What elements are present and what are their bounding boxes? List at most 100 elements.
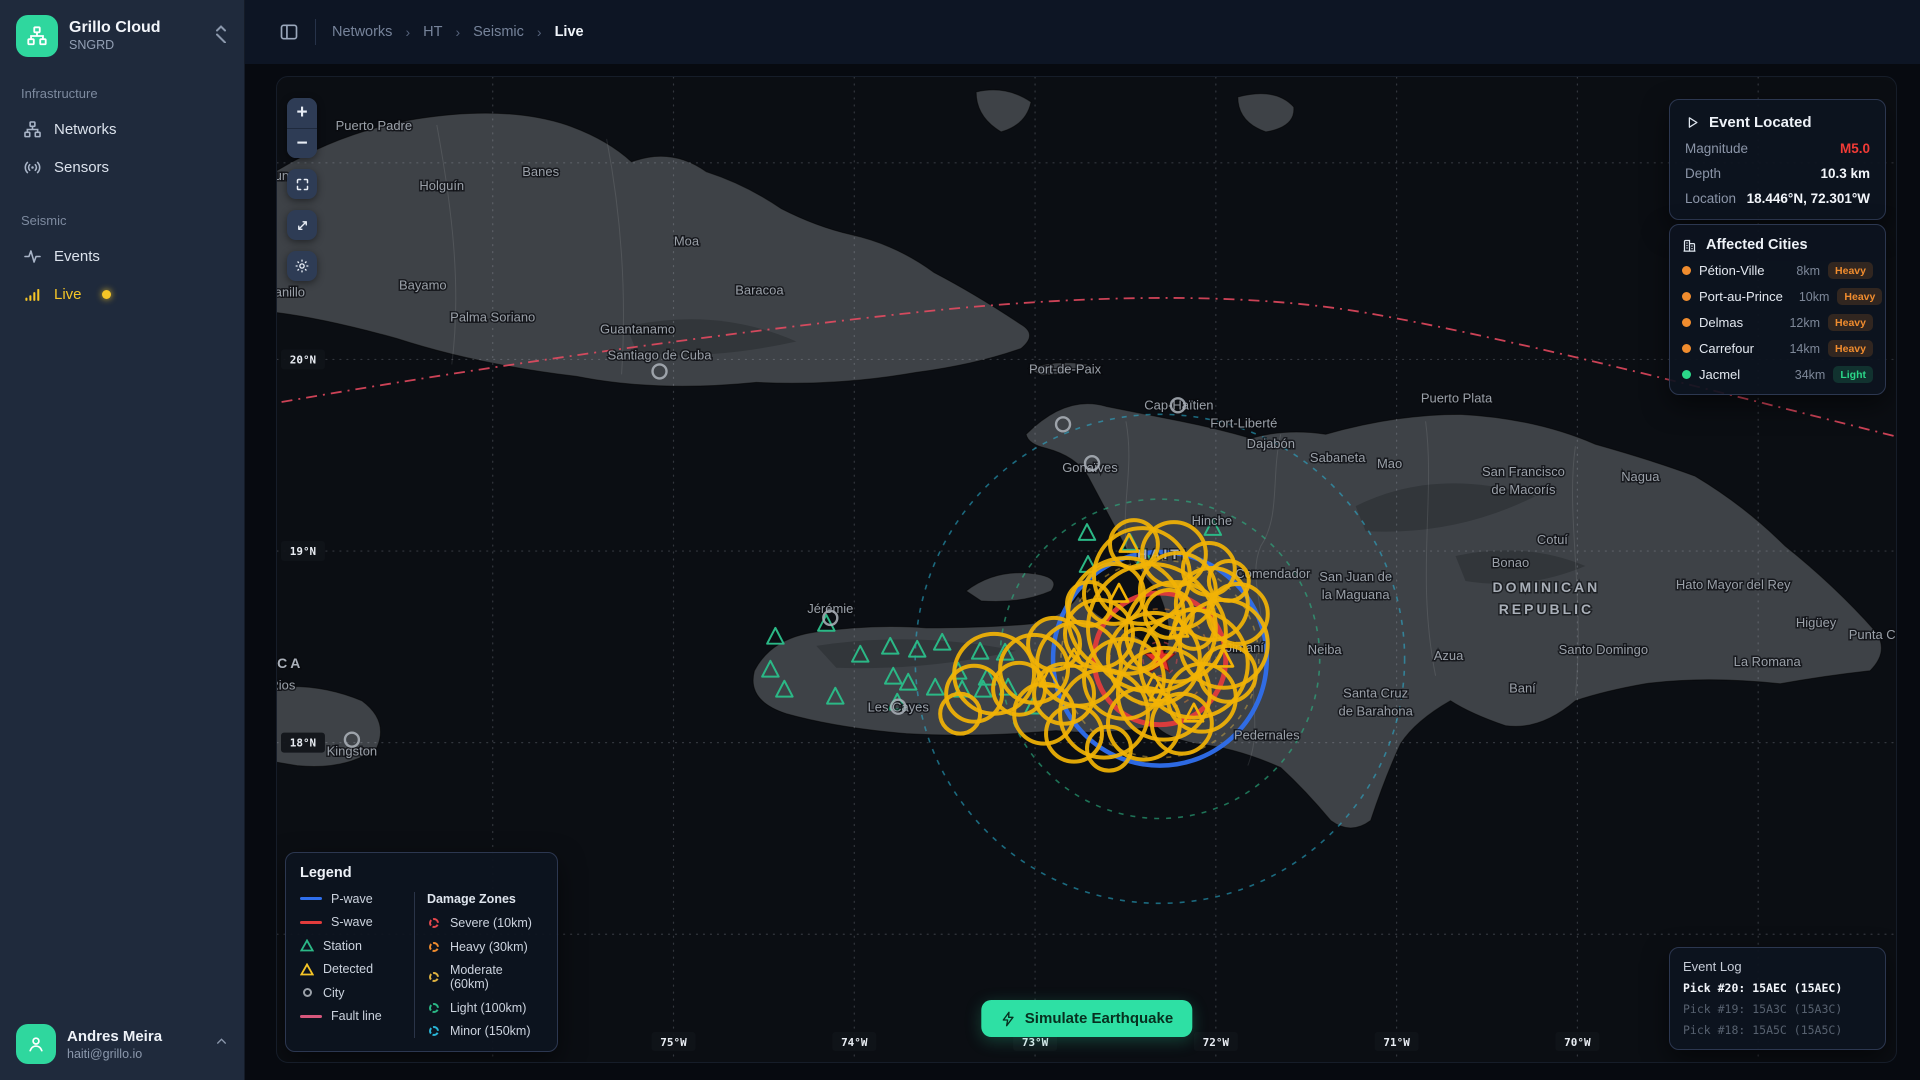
fullscreen-button[interactable] [287, 169, 317, 199]
legend-item-label: Detected [323, 962, 373, 976]
city-label: Mao [1377, 456, 1402, 471]
city-label: Azua [1434, 648, 1464, 663]
chevron-updown-icon [214, 25, 228, 48]
seismic-map[interactable]: HAITIDOMINICANREPUBLICJAMAICAPuerto Padr… [276, 76, 1897, 1063]
legend-item: City [300, 986, 412, 1000]
event-detail-label: Depth [1685, 166, 1721, 181]
severity-badge: Heavy [1828, 340, 1873, 357]
severity-dot [1682, 266, 1691, 275]
fault-line-swatch [300, 1015, 322, 1018]
event-located-panel: Event Located MagnitudeM5.0 Depth10.3 km L… [1669, 99, 1886, 220]
damage-zone-label: Severe (10km) [450, 916, 532, 930]
damage-zone-item: Minor (150km) [427, 1024, 543, 1038]
city-label: Higüey [1796, 615, 1837, 630]
grillo-logo-icon [16, 15, 58, 57]
severity-dot [1682, 344, 1691, 353]
user-email: haiti@grillo.io [67, 1047, 162, 1061]
live-status-dot [102, 290, 111, 299]
breadcrumb-separator-icon: › [455, 24, 460, 40]
sensors-icon [22, 157, 42, 177]
workspace-switcher[interactable]: Grillo Cloud SNGRD [14, 13, 230, 59]
legend-panel: Legend P-waveS-waveStationDetectedCityFa… [285, 852, 558, 1053]
event-detail-row: Location 18.446°N, 72.301°W [1685, 191, 1870, 206]
event-located-title: Event Located [1709, 114, 1812, 131]
damage-zone-item: Heavy (30km) [427, 940, 543, 954]
p-wave-swatch [300, 897, 322, 900]
city-label: Fort-Liberté [1210, 415, 1277, 430]
sidebar-item-label: Events [54, 248, 100, 265]
sidebar-item-live[interactable]: Live [14, 275, 230, 313]
zone-circle-swatch [427, 942, 441, 952]
legend-item: Detected [300, 962, 412, 976]
sidebar-item-label: Networks [54, 121, 117, 138]
sidebar-item-sensors[interactable]: Sensors [14, 148, 230, 186]
breadcrumb-separator-icon: › [405, 24, 410, 40]
legend-item: Fault line [300, 1009, 412, 1023]
chevron-up-icon [215, 1035, 228, 1053]
event-detail-value: M5.0 [1840, 141, 1870, 156]
city-label: Puerto Plata [1421, 390, 1493, 405]
legend-title: Legend [300, 865, 352, 881]
app-root: Grillo Cloud SNGRD Infrastructure Network… [0, 0, 1920, 1080]
user-menu[interactable]: Andres Meira haiti@grillo.io [14, 1022, 230, 1066]
landmass-inagua [1238, 94, 1294, 132]
city-label: Hato Mayor del Rey [1676, 577, 1791, 592]
zoom-out-button[interactable]: − [287, 128, 317, 158]
city-label: Bayamo [399, 278, 447, 293]
breadcrumb-item-ht[interactable]: HT [423, 24, 442, 40]
zone-circle-swatch [427, 1026, 441, 1036]
event-detail-label: Location [1685, 191, 1736, 206]
breadcrumb-item-seismic[interactable]: Seismic [473, 24, 524, 40]
city-label: Santiago de Cuba [608, 347, 713, 362]
city-label: Banes [522, 164, 559, 179]
breadcrumb-item-live[interactable]: Live [555, 24, 584, 40]
city-label: Gonaïves [1062, 460, 1118, 475]
station-triangle-swatch [300, 939, 314, 952]
breadcrumb-item-networks[interactable]: Networks [332, 24, 392, 40]
landmass-bahamas-cay [976, 90, 1031, 132]
event-log-entry: Pick #18: 15A5C (15A5C) [1683, 1023, 1872, 1037]
damage-zones-title: Damage Zones [427, 892, 543, 906]
settings-button[interactable] [287, 251, 317, 281]
legend-item: Station [300, 939, 412, 953]
events-icon [22, 246, 42, 266]
sidebar-item-events[interactable]: Events [14, 237, 230, 275]
event-detail-row: MagnitudeM5.0 [1685, 141, 1870, 156]
city-label: Dajabón [1247, 436, 1295, 451]
affected-city-distance: 8km [1796, 264, 1820, 278]
country-label: DOMINICAN [1493, 579, 1601, 595]
sidebar-toggle-icon[interactable] [279, 22, 299, 42]
simulate-earthquake-button[interactable]: Simulate Earthquake [981, 1000, 1192, 1037]
severity-dot [1682, 292, 1691, 301]
legend-item-label: Fault line [331, 1009, 382, 1023]
legend-item-label: City [323, 986, 345, 1000]
city-label: Holguín [419, 178, 464, 193]
legend-divider [414, 892, 415, 1039]
city-label: Puerto Padre [336, 118, 412, 133]
lon-label: 71°W [1383, 1036, 1410, 1049]
damage-zone-item: Severe (10km) [427, 916, 543, 930]
sidebar-nav: InfrastructureNetworksSensorsSeismicEven… [14, 59, 230, 313]
lat-label: 20°N [290, 353, 316, 366]
event-log-entry: Pick #20: 15AEC (15AEC) [1683, 981, 1872, 995]
city-label: Nagua [1621, 469, 1660, 484]
zone-circle-swatch [427, 1003, 441, 1013]
event-detail-value: 18.446°N, 72.301°W [1747, 191, 1870, 206]
zoom-in-button[interactable]: + [287, 98, 317, 128]
event-log-title: Event Log [1683, 959, 1872, 974]
affected-city-row: Carrefour14kmHeavy [1682, 340, 1873, 357]
event-log-panel: Event Log Pick #20: 15AEC (15AEC) Pick #1… [1669, 947, 1886, 1050]
landmass-gonave [966, 573, 1054, 602]
event-detail-row: Depth10.3 km [1685, 166, 1870, 181]
affected-city-distance: 10km [1799, 290, 1830, 304]
play-icon [1685, 115, 1700, 130]
bolt-icon [1000, 1011, 1016, 1027]
expand-button[interactable] [287, 210, 317, 240]
main-area: Networks›HT›Seismic›Live [245, 0, 1920, 1080]
map-controls: + − [287, 98, 317, 281]
sidebar-item-networks[interactable]: Networks [14, 110, 230, 148]
city-label: Moa [674, 234, 700, 249]
damage-zone-item: Light (100km) [427, 1001, 543, 1015]
nav-section-label: Infrastructure [21, 86, 223, 101]
legend-item-label: S-wave [331, 915, 373, 929]
